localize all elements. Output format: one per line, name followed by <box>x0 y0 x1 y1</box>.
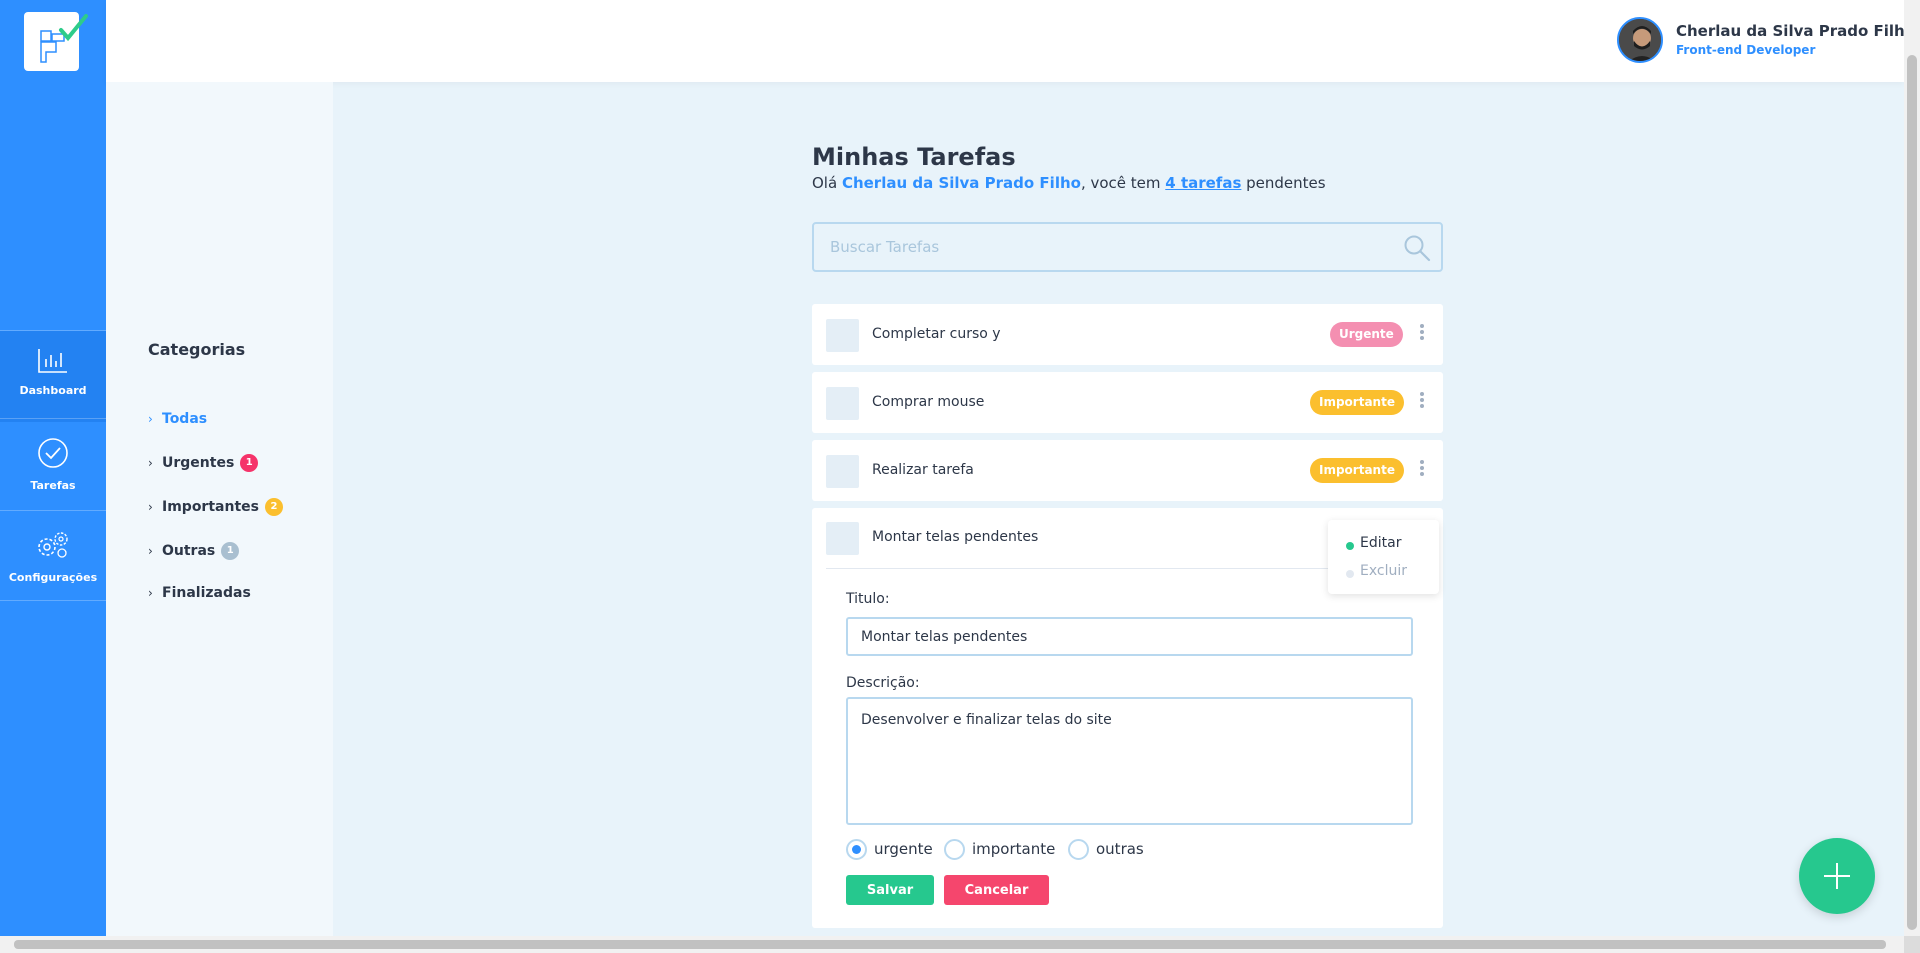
menu-edit[interactable]: Editar <box>1360 535 1401 551</box>
task-options-menu: Editar Excluir <box>1328 520 1439 594</box>
greeting-user-name: Cherlau da Silva Prado Filho <box>841 174 1081 192</box>
nav-divider <box>0 600 106 601</box>
main-nav: Dashboard Tarefas Configurações <box>0 0 106 936</box>
scrollbar-thumb[interactable] <box>1907 55 1917 930</box>
radio-circle[interactable] <box>1068 839 1089 860</box>
category-label: Todas <box>162 411 208 427</box>
task-row: Realizar tarefa Importante <box>812 440 1443 501</box>
count-badge: 2 <box>264 498 283 516</box>
greeting-middle: , você tem <box>1080 174 1166 192</box>
category-label: Outras <box>162 543 216 559</box>
save-button[interactable]: Salvar <box>846 875 934 905</box>
delete-dot-icon <box>1346 570 1354 578</box>
nav-item-tarefas[interactable]: Tarefas <box>0 420 106 511</box>
nav-label-configuracoes: Configurações <box>8 571 98 584</box>
count-badge: 1 <box>240 454 259 472</box>
user-role: Front-end Developer <box>1676 43 1816 57</box>
edit-dot-icon <box>1346 542 1354 550</box>
task-title: Comprar mouse <box>872 394 985 410</box>
radio-label: importante <box>972 840 1056 858</box>
nav-label-tarefas: Tarefas <box>30 479 76 492</box>
search-box <box>812 222 1443 272</box>
task-title: Realizar tarefa <box>872 462 974 478</box>
menu-delete[interactable]: Excluir <box>1360 563 1407 579</box>
categories-title: Categorias <box>148 340 246 359</box>
count-badge: 1 <box>221 542 240 560</box>
radio-label: urgente <box>874 840 933 858</box>
add-task-button[interactable] <box>1799 838 1875 914</box>
title-label: Titulo: <box>846 591 890 607</box>
nav-item-configuracoes[interactable]: Configurações <box>0 512 106 603</box>
search-input[interactable] <box>830 224 1390 270</box>
tag-urgente: Urgente <box>1330 322 1403 347</box>
greeting-suffix: pendentes <box>1241 174 1326 192</box>
greeting-prefix: Olá <box>812 174 842 192</box>
vertical-scrollbar[interactable] <box>1904 0 1920 936</box>
nav-divider <box>0 510 106 511</box>
search-icon[interactable] <box>1403 234 1431 262</box>
avatar[interactable] <box>1617 17 1663 63</box>
category-finalizadas[interactable]: › Finalizadas <box>148 585 251 601</box>
nav-item-dashboard[interactable]: Dashboard <box>0 331 106 422</box>
nav-divider <box>0 418 106 419</box>
horizontal-scrollbar[interactable] <box>0 936 1904 953</box>
gears-icon <box>38 532 68 558</box>
task-title: Montar telas pendentes <box>872 529 1039 545</box>
description-textarea[interactable]: Desenvolver e finalizar telas do site <box>846 697 1413 825</box>
tag-importante: Importante <box>1310 458 1404 483</box>
task-checkbox[interactable] <box>826 455 859 488</box>
category-importantes[interactable]: › Importantes 2 <box>148 498 283 516</box>
category-outras[interactable]: › Outras 1 <box>148 542 240 560</box>
task-checkbox[interactable] <box>826 387 859 420</box>
category-label: Finalizadas <box>162 585 251 601</box>
scrollbar-thumb[interactable] <box>14 940 1886 949</box>
chevron-right-icon: › <box>148 500 153 514</box>
check-circle-icon <box>38 438 68 468</box>
task-checkbox[interactable] <box>826 319 859 352</box>
chevron-right-icon: › <box>148 586 153 600</box>
task-checkbox[interactable] <box>826 522 859 555</box>
radio-label: outras <box>1096 840 1144 858</box>
tag-importante: Importante <box>1310 390 1404 415</box>
title-input[interactable] <box>846 617 1413 656</box>
pending-count-link[interactable]: 4 tarefas <box>1165 174 1241 192</box>
scrollbar-corner <box>1904 936 1920 953</box>
category-todas[interactable]: › Todas <box>148 411 207 427</box>
chevron-right-icon: › <box>148 544 153 558</box>
chevron-right-icon: › <box>148 456 153 470</box>
more-options-icon[interactable] <box>1418 458 1426 482</box>
category-urgentes[interactable]: › Urgentes 1 <box>148 454 259 472</box>
description-label: Descrição: <box>846 675 920 691</box>
chevron-right-icon: › <box>148 412 153 426</box>
nav-label-dashboard: Dashboard <box>19 384 87 397</box>
app-logo[interactable] <box>24 12 88 71</box>
cancel-button[interactable]: Cancelar <box>944 875 1049 905</box>
more-options-icon[interactable] <box>1418 390 1426 414</box>
more-options-icon[interactable] <box>1418 322 1426 346</box>
user-name: Cherlau da Silva Prado Filho <box>1676 22 1916 40</box>
category-label: Urgentes <box>162 455 235 471</box>
task-title: Completar curso y <box>872 326 1001 342</box>
radio-circle[interactable] <box>944 839 965 860</box>
category-label: Importantes <box>162 499 259 515</box>
task-row: Comprar mouse Importante <box>812 372 1443 433</box>
task-row: Completar curso y Urgente <box>812 304 1443 365</box>
bar-chart-icon <box>38 349 67 373</box>
greeting: Olá Cherlau da Silva Prado Filho, você t… <box>812 174 1326 192</box>
radio-circle[interactable] <box>846 839 867 860</box>
page-title: Minhas Tarefas <box>812 143 1016 171</box>
